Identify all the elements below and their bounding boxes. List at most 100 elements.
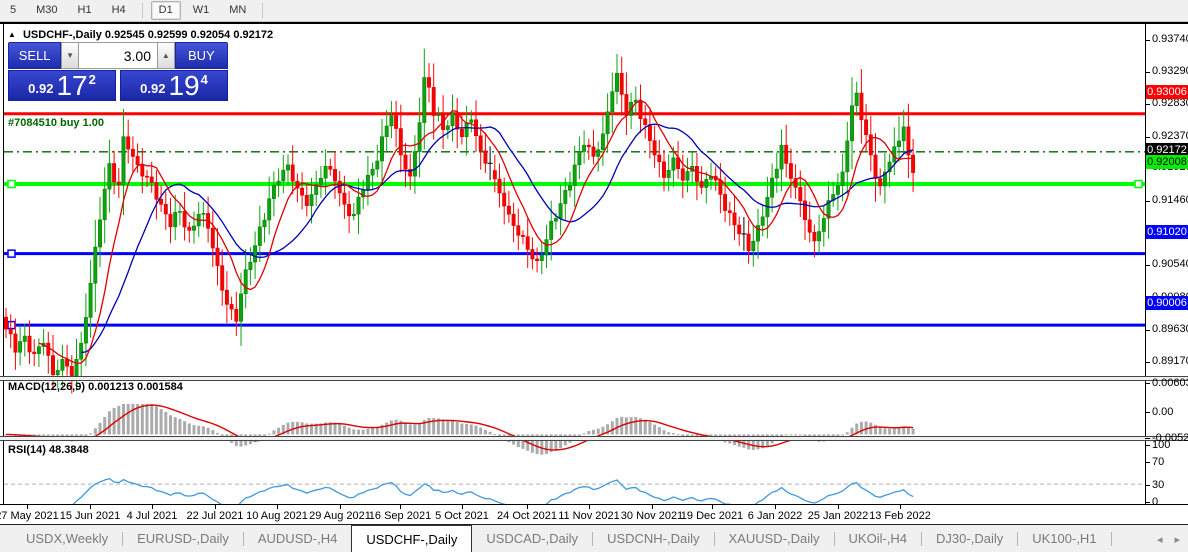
macd-panel-canvas[interactable] (4, 404, 1145, 461)
macd-histogram-bar (892, 428, 896, 435)
sell-price-big: 17 (56, 70, 88, 101)
hline-handle[interactable] (1134, 179, 1143, 189)
timeframe-button-d1[interactable]: D1 (150, 1, 181, 20)
candle-body (262, 219, 267, 228)
candle-body (88, 282, 93, 318)
candle-body (662, 161, 666, 178)
macd-histogram-bar (897, 427, 901, 435)
date-tick-mark (27, 505, 28, 509)
price-tick-mark (1145, 136, 1150, 138)
volume-increase-button[interactable]: ▲ (157, 42, 175, 69)
candle-body (79, 342, 84, 360)
hline-handle[interactable] (7, 249, 16, 258)
rsi-tick-label: 100 (1152, 439, 1171, 451)
candle-body (436, 114, 441, 116)
chart-tab-usdcnh-daily[interactable]: USDCNH-,Daily (593, 525, 713, 552)
chart-tab-ukoil-h4[interactable]: UKOil-,H4 (835, 525, 922, 552)
candle-body (210, 228, 215, 249)
macd-histogram-bar (352, 429, 356, 435)
candle-body (351, 213, 356, 217)
macd-histogram-bar (140, 404, 144, 435)
candle-body (657, 154, 662, 163)
macd-histogram-bar (648, 421, 652, 435)
macd-histogram-bar (493, 434, 497, 436)
candle-body (779, 144, 784, 170)
buy-price-display[interactable]: 0.92 19 4 (120, 70, 228, 101)
candle-body (680, 168, 685, 181)
buy-button[interactable]: BUY (174, 42, 228, 69)
macd-histogram-bar (465, 424, 469, 435)
macd-histogram-bar (441, 419, 445, 435)
sell-button[interactable]: SELL (8, 42, 62, 69)
candle-body (51, 355, 55, 376)
candle-body (845, 140, 850, 173)
timeframe-button-mn[interactable]: MN (221, 1, 254, 20)
volume-decrease-button[interactable]: ▼ (61, 42, 79, 69)
chart-tab-usdx-weekly[interactable]: USDX,Weekly (12, 525, 122, 552)
candle-body (535, 258, 540, 261)
candle-body (610, 91, 615, 113)
hline-handle[interactable] (7, 179, 16, 189)
macd-histogram-bar (906, 426, 910, 435)
macd-histogram-bar (911, 428, 915, 435)
timeframe-button-h1[interactable]: H1 (70, 1, 100, 20)
candle-body (718, 179, 723, 195)
candle-body (652, 140, 657, 156)
candle-body (812, 232, 817, 242)
volume-input[interactable] (79, 42, 157, 69)
price-tick-mark (1145, 329, 1150, 331)
chart-tab-uk100-h1[interactable]: UK100-,H1 (1018, 525, 1110, 552)
candle-body (18, 341, 23, 353)
candle-body (32, 351, 37, 354)
open-order-label: #7084510 buy 1.00 (8, 117, 105, 129)
price-badge-0.93006: 0.93006 (1146, 84, 1188, 99)
price-tick-label: 0.91460 (1152, 193, 1188, 206)
macd-histogram-bar (615, 418, 619, 435)
candle-body (121, 136, 126, 185)
candle-body (516, 225, 521, 236)
macd-histogram-bar (446, 420, 450, 435)
chart-tab-eurusd-daily[interactable]: EURUSD-,Daily (123, 525, 243, 552)
timeframe-button-m30[interactable]: M30 (28, 1, 65, 20)
chart-tab-xauusd-daily[interactable]: XAUUSD-,Daily (715, 525, 834, 552)
macd-histogram-bar (408, 424, 412, 435)
chart-tab-audusd-h4[interactable]: AUDUSD-,H4 (244, 525, 351, 552)
sell-price-prefix: 0.92 (28, 81, 54, 96)
candle-body (201, 213, 206, 215)
candle-body (248, 261, 253, 270)
timeframe-button-w1[interactable]: W1 (185, 1, 218, 20)
candle-body (337, 180, 342, 194)
candle-body (445, 125, 450, 130)
timeframe-button-5[interactable]: 5 (2, 1, 24, 20)
hline-handle[interactable] (7, 320, 16, 330)
price-tick-label: 0.92370 (1152, 129, 1188, 142)
timeframe-button-h4[interactable]: H4 (104, 1, 134, 20)
candle-body (704, 179, 709, 188)
tab-scroll-right-icon[interactable]: ▸ (1174, 533, 1180, 546)
candle-body (600, 133, 605, 150)
tab-scroll-left-icon[interactable]: ◂ (1157, 533, 1163, 546)
candle-body (502, 192, 507, 207)
candle-body (286, 164, 290, 171)
date-tick-mark (775, 505, 776, 509)
macd-histogram-bar (159, 409, 163, 435)
candle-body (36, 346, 41, 354)
chart-tab-usdcad-daily[interactable]: USDCAD-,Daily (472, 525, 592, 552)
macd-histogram-bar (305, 423, 309, 435)
candle-body (271, 184, 276, 199)
candle-body (450, 112, 455, 126)
chart-tab-usdchf-daily[interactable]: USDCHF-,Daily (351, 525, 473, 552)
macd-histogram-bar (338, 423, 342, 435)
toolbar-separator (141, 3, 143, 18)
candle-body (591, 146, 596, 157)
sell-price-display[interactable]: 0.92 17 2 (8, 70, 116, 101)
macd-tick-label: 0.00 (1152, 406, 1174, 419)
date-tick-mark (340, 505, 341, 509)
macd-histogram-bar (634, 417, 638, 435)
chart-tab-dj30-daily[interactable]: DJ30-,Daily (922, 525, 1017, 552)
macd-histogram-bar (662, 430, 666, 435)
rsi-tick-mark (1145, 484, 1150, 486)
rsi-splitter[interactable] (0, 436, 1188, 441)
candle-body (530, 249, 535, 260)
tab-scroll-arrows: ◂ ▸ (1157, 525, 1180, 552)
